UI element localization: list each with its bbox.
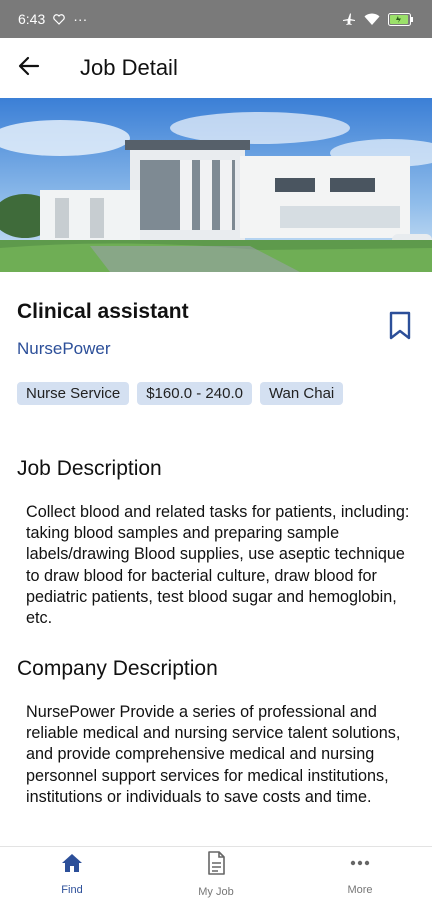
heart-icon <box>53 13 66 25</box>
nav-label-find: Find <box>61 883 83 896</box>
nav-item-my-job[interactable]: My Job <box>156 850 276 898</box>
bottom-nav: Find My Job More <box>0 846 432 901</box>
more-dots-icon <box>349 853 371 878</box>
back-arrow-icon <box>18 56 40 81</box>
job-description-title: Job Description <box>17 457 162 480</box>
company-name-link[interactable]: NursePower <box>17 339 111 359</box>
tag-category: Nurse Service <box>17 382 130 405</box>
job-hero-image <box>0 98 432 272</box>
battery-icon <box>388 12 414 26</box>
company-description-title: Company Description <box>17 657 218 680</box>
tag-location: Wan Chai <box>259 382 344 405</box>
nav-label-my-job: My Job <box>198 885 234 898</box>
status-bar-left: 6:43 ··· <box>18 11 87 27</box>
back-button[interactable] <box>0 38 58 98</box>
bookmark-icon <box>386 311 414 346</box>
company-description-body: NursePower Provide a series of professio… <box>26 703 401 806</box>
nav-item-find[interactable]: Find <box>12 853 132 896</box>
job-tags: Nurse Service $160.0 - 240.0 Wan Chai <box>17 382 344 405</box>
wifi-icon <box>364 13 380 26</box>
status-bar: 6:43 ··· <box>0 0 432 38</box>
bookmark-button[interactable] <box>386 310 414 342</box>
page-title: Job Detail <box>80 55 178 80</box>
document-icon <box>206 850 226 880</box>
status-bar-right <box>342 12 414 26</box>
tag-salary: $160.0 - 240.0 <box>137 382 252 405</box>
status-dots: ··· <box>73 11 88 27</box>
home-icon <box>61 853 83 878</box>
status-time: 6:43 <box>18 11 46 27</box>
job-title: Clinical assistant <box>17 300 189 323</box>
app-header: Job Detail <box>0 38 432 98</box>
nav-item-more[interactable]: More <box>300 853 420 896</box>
job-description-body: Collect blood and related tasks for pati… <box>26 503 410 628</box>
nav-label-more: More <box>347 883 373 896</box>
airplane-icon <box>342 12 356 26</box>
